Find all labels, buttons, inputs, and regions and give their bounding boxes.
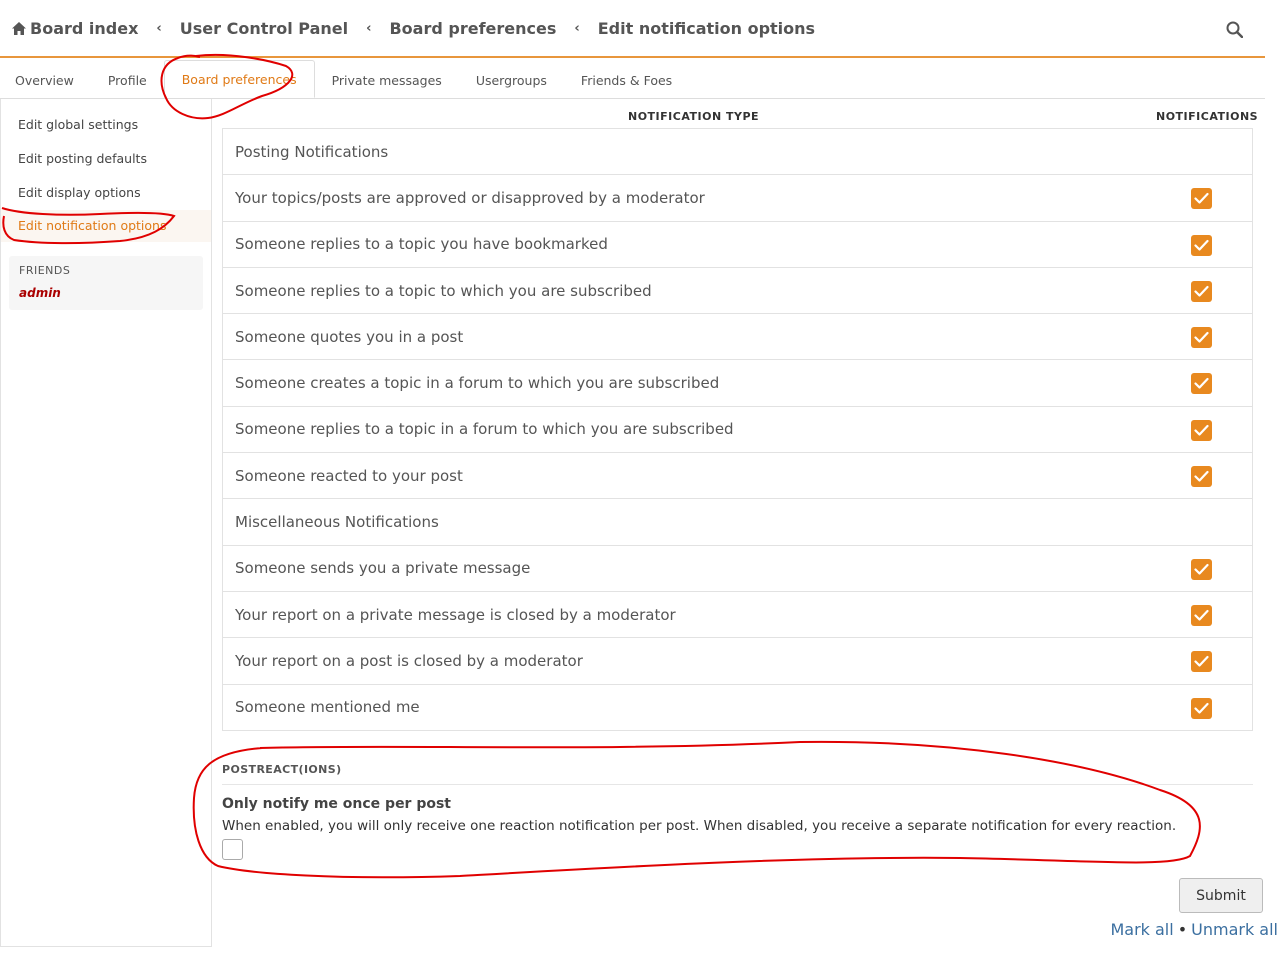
tab-usergroups[interactable]: Usergroups — [459, 60, 564, 98]
checkmark-icon — [1194, 656, 1209, 667]
notify-once-checkbox[interactable] — [222, 839, 243, 860]
breadcrumb-edit-notification[interactable]: Edit notification options — [598, 19, 815, 38]
table-group-header: Miscellaneous Notifications — [223, 499, 1252, 546]
row-label: Your topics/posts are approved or disapp… — [235, 188, 705, 207]
table-row: Your report on a private message is clos… — [223, 592, 1252, 639]
home-icon — [12, 21, 26, 35]
notify-once-label: Only notify me once per post — [222, 796, 452, 812]
row-label: Your report on a private message is clos… — [235, 605, 676, 624]
submit-button[interactable]: Submit — [1179, 878, 1263, 913]
notification-checkbox[interactable] — [1191, 604, 1212, 626]
checkmark-icon — [1194, 563, 1209, 575]
tab-overview[interactable]: Overview — [0, 60, 91, 98]
table-row: Your topics/posts are approved or disapp… — [223, 175, 1252, 222]
table-row: Someone sends you a private message — [223, 546, 1252, 592]
friends-panel: FRIENDS admin — [9, 256, 203, 310]
tab-profile[interactable]: Profile — [91, 60, 164, 98]
sidebar: Edit global settings Edit posting defaul… — [0, 99, 212, 947]
notify-once-description: When enabled, you will only receive one … — [222, 818, 1177, 834]
notification-checkbox[interactable] — [1191, 697, 1212, 719]
notification-checkbox[interactable] — [1191, 558, 1212, 580]
notification-checkbox[interactable] — [1191, 188, 1212, 210]
checkmark-icon — [1194, 609, 1209, 621]
row-label: Someone replies to a topic you have book… — [235, 235, 608, 254]
section-divider — [222, 784, 1253, 785]
notification-checkbox[interactable] — [1191, 327, 1212, 349]
sidebar-item-notification-options[interactable]: Edit notification options — [1, 210, 211, 242]
table-row: Someone replies to a topic in a forum to… — [223, 407, 1252, 454]
checkmark-icon — [1194, 378, 1209, 390]
table-group-header: Posting Notifications — [223, 129, 1252, 176]
sidebar-item-posting-defaults[interactable]: Edit posting defaults — [18, 151, 147, 166]
tab-private-messages[interactable]: Private messages — [315, 60, 459, 98]
row-label: Someone creates a topic in a forum to wh… — [235, 374, 720, 393]
notification-checkbox[interactable] — [1191, 280, 1212, 302]
notification-checkbox[interactable] — [1191, 234, 1212, 256]
mark-links: Mark all • Unmark all — [1110, 920, 1278, 939]
breadcrumb-separator: ‹ — [156, 20, 162, 36]
friend-link[interactable]: admin — [19, 286, 61, 300]
checkmark-icon — [1194, 239, 1209, 251]
unmark-all-link[interactable]: Unmark all — [1191, 920, 1278, 939]
tab-friends-foes[interactable]: Friends & Foes — [564, 60, 689, 98]
breadcrumb-bar: Board index ‹ User Control Panel ‹ Board… — [0, 0, 1265, 58]
friends-title: FRIENDS — [19, 264, 71, 277]
table-row: Your report on a post is closed by a mod… — [223, 638, 1252, 685]
row-label: Someone quotes you in a post — [235, 327, 464, 346]
checkmark-icon — [1194, 332, 1209, 343]
row-label: Someone replies to a topic in a forum to… — [235, 420, 734, 439]
checkmark-icon — [1194, 424, 1209, 436]
notification-checkbox[interactable] — [1191, 373, 1212, 395]
breadcrumb-board-index[interactable]: Board index — [12, 19, 138, 38]
row-label: Your report on a post is closed by a mod… — [235, 651, 583, 670]
postreactions-title: POSTREACT(IONS) — [222, 763, 342, 776]
row-label: Someone replies to a topic to which you … — [235, 281, 652, 300]
table-row: Someone quotes you in a post — [223, 314, 1252, 361]
tab-board-preferences[interactable]: Board preferences — [163, 60, 315, 98]
row-label: Someone mentioned me — [235, 698, 420, 717]
breadcrumb-board-preferences[interactable]: Board preferences — [389, 19, 556, 38]
row-label: Someone sends you a private message — [235, 559, 531, 578]
sidebar-item-global-settings[interactable]: Edit global settings — [18, 117, 138, 132]
table-row: Someone replies to a topic you have book… — [223, 222, 1252, 268]
notification-checkbox[interactable] — [1191, 419, 1212, 441]
column-notifications: NOTIFICATIONS — [1156, 110, 1259, 123]
table-row: Someone replies to a topic to which you … — [223, 268, 1252, 315]
table-row: Someone reacted to your post — [223, 453, 1252, 500]
checkmark-icon — [1194, 193, 1209, 204]
checkmark-icon — [1194, 470, 1209, 482]
mark-all-link[interactable]: Mark all — [1110, 920, 1173, 939]
checkmark-icon — [1194, 702, 1209, 714]
ucp-tabs: Overview Profile Board preferences Priva… — [0, 60, 689, 98]
checkmark-icon — [1194, 285, 1209, 297]
breadcrumb-separator: ‹ — [574, 20, 580, 36]
breadcrumb-ucp[interactable]: User Control Panel — [180, 19, 348, 38]
table-row: Someone creates a topic in a forum to wh… — [223, 360, 1252, 407]
breadcrumb-separator: ‹ — [366, 20, 372, 36]
row-label: Posting Notifications — [235, 142, 389, 161]
sidebar-item-display-options[interactable]: Edit display options — [18, 185, 141, 200]
notification-checkbox[interactable] — [1191, 466, 1212, 488]
mark-separator: • — [1177, 920, 1188, 939]
notification-checkbox[interactable] — [1191, 651, 1212, 673]
column-notification-type: NOTIFICATION TYPE — [628, 110, 760, 123]
row-label: Miscellaneous Notifications — [235, 513, 439, 532]
row-label: Someone reacted to your post — [235, 466, 463, 485]
search-icon[interactable] — [1226, 21, 1243, 38]
table-row: Someone mentioned me — [223, 685, 1252, 731]
notification-table: Posting Notifications Your topics/posts a… — [222, 128, 1253, 731]
